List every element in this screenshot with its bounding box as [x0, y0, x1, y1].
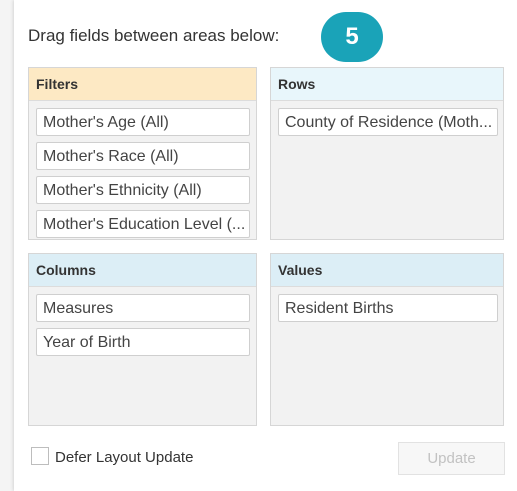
- step-badge: 5: [321, 12, 383, 62]
- values-header: Values: [271, 254, 503, 287]
- update-button[interactable]: Update: [398, 442, 505, 475]
- value-field-resident-births[interactable]: Resident Births: [278, 294, 498, 322]
- defer-layout-label: Defer Layout Update: [55, 449, 194, 466]
- field-list-panel: Drag fields between areas below: 5 Filte…: [14, 0, 517, 491]
- rows-header: Rows: [271, 68, 503, 101]
- filters-header: Filters: [29, 68, 256, 101]
- columns-header: Columns: [29, 254, 256, 287]
- values-area[interactable]: Values Resident Births: [270, 253, 504, 426]
- filter-field-mothers-ethnicity[interactable]: Mother's Ethnicity (All): [36, 176, 250, 204]
- drag-instruction: Drag fields between areas below:: [28, 26, 280, 45]
- row-field-county-of-residence[interactable]: County of Residence (Moth...: [278, 108, 498, 136]
- filter-field-mothers-race[interactable]: Mother's Race (All): [36, 142, 250, 170]
- columns-area[interactable]: Columns Measures Year of Birth: [28, 253, 257, 426]
- column-field-measures[interactable]: Measures: [36, 294, 250, 322]
- filter-field-mothers-age[interactable]: Mother's Age (All): [36, 108, 250, 136]
- defer-layout-checkbox[interactable]: [31, 447, 49, 465]
- column-field-year-of-birth[interactable]: Year of Birth: [36, 328, 250, 356]
- filters-area[interactable]: Filters Mother's Age (All) Mother's Race…: [28, 67, 257, 240]
- filter-field-mothers-education[interactable]: Mother's Education Level (...: [36, 210, 250, 238]
- rows-area[interactable]: Rows County of Residence (Moth...: [270, 67, 504, 240]
